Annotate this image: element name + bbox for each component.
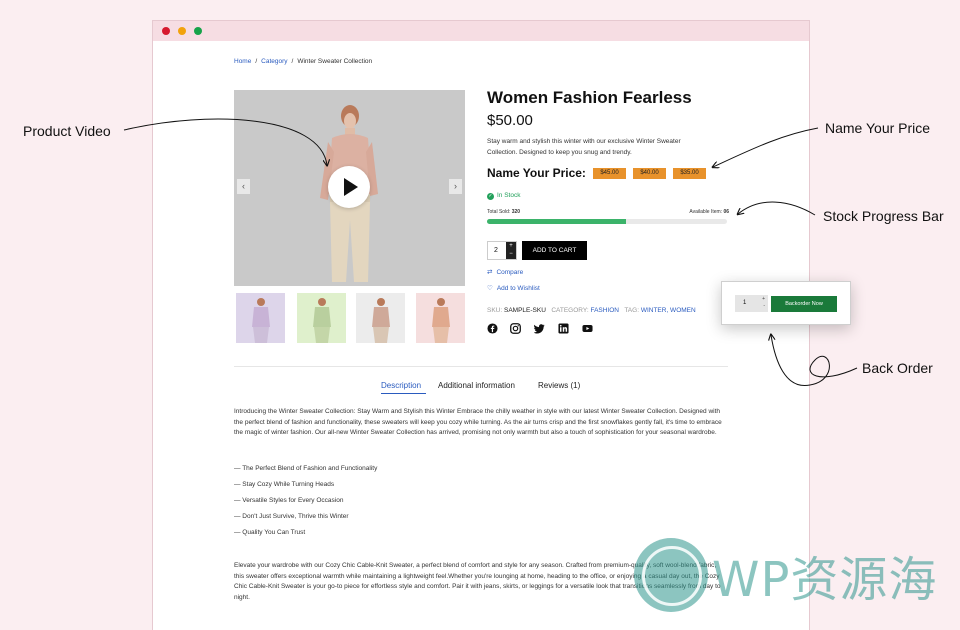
total-sold-label: Total Sold: — [487, 209, 511, 215]
breadcrumb: Home / Category / Winter Sweater Collection — [234, 58, 372, 65]
backorder-quantity-value[interactable]: 1 — [743, 300, 746, 306]
instagram-icon[interactable] — [510, 323, 521, 334]
compare-link[interactable]: ⇄ Compare — [487, 268, 523, 276]
title-bar — [153, 21, 809, 41]
compare-icon: ⇄ — [487, 269, 493, 276]
check-circle-icon: ✓ — [487, 193, 494, 200]
category-link[interactable]: FASHION — [590, 307, 619, 314]
wishlist-link[interactable]: ♡ Add to Wishlist — [487, 284, 540, 292]
twitter-icon[interactable] — [534, 323, 545, 334]
plus-icon[interactable]: + — [762, 296, 765, 302]
tab-description[interactable]: Description — [381, 381, 421, 390]
stock-counts: Total Sold: 320 Available Item: 06 — [487, 209, 729, 215]
gallery-thumbnail[interactable] — [416, 293, 465, 343]
product-video[interactable]: ‹ › — [234, 90, 465, 286]
chevron-right-icon[interactable]: › — [449, 179, 462, 194]
facebook-icon[interactable] — [487, 323, 498, 334]
product-title: Women Fashion Fearless — [487, 88, 692, 107]
stock-progress-fill — [487, 219, 627, 224]
thumbnail-image — [236, 293, 285, 343]
callout-back-order: Back Order — [862, 360, 933, 376]
feature-list-item: — Don't Just Survive, Thrive this Winter — [234, 513, 349, 520]
compare-label: Compare — [496, 269, 524, 276]
wishlist-label: Add to Wishlist — [496, 285, 540, 292]
thumbnail-image — [416, 293, 465, 343]
product-price: $50.00 — [487, 112, 533, 129]
breadcrumb-home[interactable]: Home — [234, 58, 251, 65]
feature-list-item: — The Perfect Blend of Fashion and Funct… — [234, 465, 378, 472]
play-icon[interactable] — [328, 166, 370, 208]
gallery-thumbnail[interactable] — [356, 293, 405, 343]
thumbnail-image — [356, 293, 405, 343]
stock-status-text: In Stock — [497, 192, 521, 199]
section-divider — [234, 366, 728, 367]
product-meta: SKU: SAMPLE-SKU CATEGORY: FASHION TAG: W… — [487, 307, 696, 314]
close-window-dot[interactable] — [162, 27, 170, 35]
gallery-thumbnail[interactable] — [297, 293, 346, 343]
gallery-thumbnail[interactable] — [236, 293, 285, 343]
browser-window: Home / Category / Winter Sweater Collection … — [152, 20, 810, 630]
chevron-left-icon[interactable]: ‹ — [237, 179, 250, 194]
stock-status: ✓ In Stock — [487, 192, 520, 200]
price-option-button[interactable]: $35.00 — [673, 168, 706, 179]
callout-name-your-price: Name Your Price — [825, 120, 931, 136]
available-label: Available Item: — [689, 209, 723, 215]
category-label: CATEGORY: — [551, 307, 589, 314]
stock-progress-bar — [487, 219, 727, 224]
description-intro: Introducing the Winter Sweater Collectio… — [234, 408, 722, 437]
feature-list-item: — Versatile Styles for Every Occasion — [234, 497, 344, 504]
backorder-quantity-stepper[interactable]: 1 + - — [735, 295, 768, 312]
price-option-button[interactable]: $45.00 — [593, 168, 626, 179]
wordpress-logo-watermark — [634, 538, 708, 612]
name-your-price-label: Name Your Price: — [487, 166, 586, 180]
minus-icon[interactable]: - — [763, 303, 765, 309]
feature-list-item: — Stay Cozy While Turning Heads — [234, 481, 335, 488]
quantity-value[interactable]: 2 — [494, 247, 498, 254]
backorder-widget: 1 + - Backorder Now — [721, 281, 851, 325]
total-sold-value: 320 — [511, 209, 521, 215]
callout-stock-progress-bar: Stock Progress Bar — [823, 208, 944, 224]
breadcrumb-separator: / — [255, 58, 258, 65]
feature-list-item: — Quality You Can Trust — [234, 529, 306, 536]
tag-label: TAG: — [624, 307, 639, 314]
callout-product-video: Product Video — [23, 123, 111, 139]
tag-links[interactable]: WINTER, WOMEN — [641, 307, 696, 314]
tab-additional-information[interactable]: Additional information — [438, 381, 515, 390]
youtube-icon[interactable] — [582, 323, 593, 334]
available-value: 06 — [723, 209, 729, 215]
linkedin-icon[interactable] — [558, 323, 569, 334]
active-tab-indicator — [381, 393, 426, 394]
price-option-button[interactable]: $40.00 — [633, 168, 666, 179]
breadcrumb-current: Winter Sweater Collection — [297, 58, 373, 65]
sku-value: SAMPLE-SKU — [503, 307, 546, 314]
tab-reviews[interactable]: Reviews (1) — [538, 381, 580, 390]
maximize-window-dot[interactable] — [194, 27, 202, 35]
product-short-description: Stay warm and stylish this winter with o… — [487, 138, 681, 156]
breadcrumb-separator: / — [291, 58, 294, 65]
thumbnail-image — [297, 293, 346, 343]
quantity-stepper[interactable]: 2 + − — [487, 241, 517, 260]
watermark-text: WP资源海 — [712, 552, 938, 608]
minus-icon[interactable]: − — [506, 250, 516, 259]
breadcrumb-category[interactable]: Category — [261, 58, 287, 65]
minimize-window-dot[interactable] — [178, 27, 186, 35]
heart-icon: ♡ — [487, 285, 493, 292]
available-count: Available Item: 06 — [689, 209, 729, 215]
backorder-now-button[interactable]: Backorder Now — [771, 296, 837, 312]
add-to-cart-button[interactable]: ADD TO CART — [522, 241, 587, 260]
sku-label: SKU: — [487, 307, 503, 314]
